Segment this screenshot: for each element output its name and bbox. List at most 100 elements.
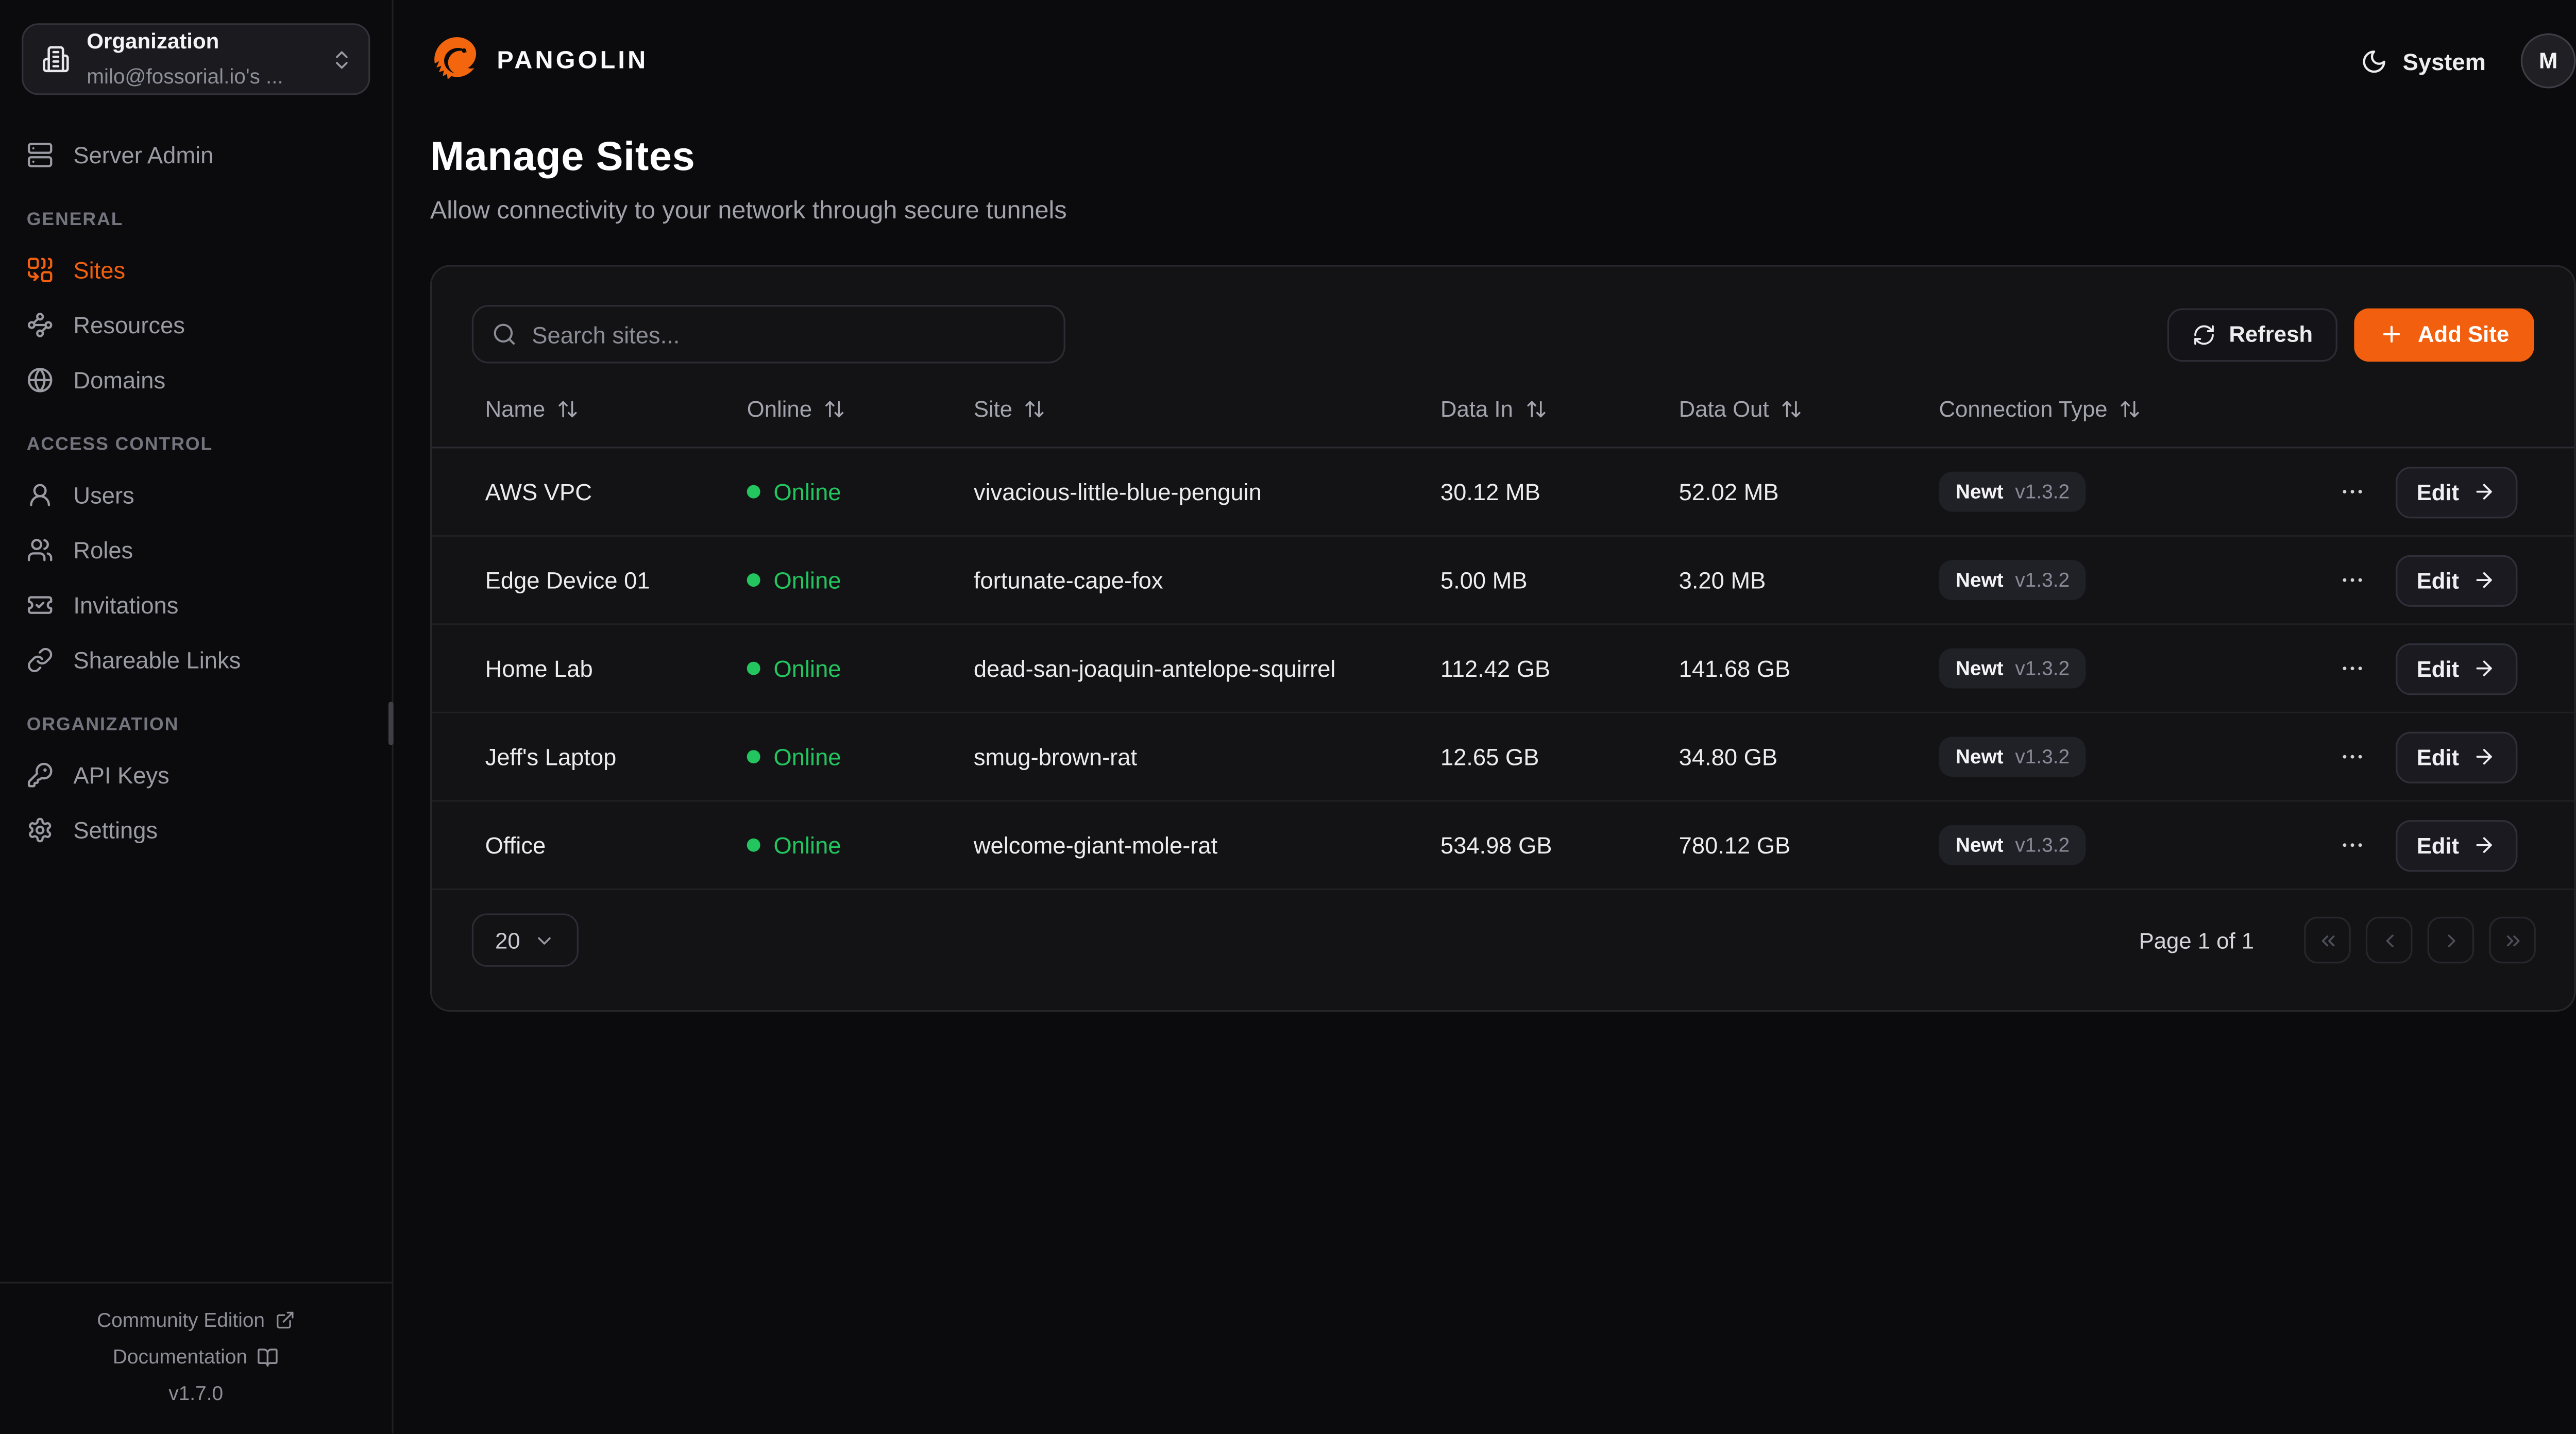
- page-size-value: 20: [495, 928, 520, 953]
- sort-icon: [824, 398, 845, 419]
- column-header-connection-type[interactable]: Connection Type: [1939, 396, 2517, 421]
- ellipsis-icon: [2338, 479, 2365, 505]
- search-input[interactable]: [532, 321, 1045, 348]
- chevron-left-icon: [2378, 929, 2400, 951]
- next-page-button[interactable]: [2428, 917, 2475, 964]
- chevron-down-icon: [534, 929, 555, 951]
- cell-data-out: 141.68 GB: [1679, 655, 1939, 682]
- app-root: Organization milo@fossorial.io's ... Ser…: [0, 0, 2576, 1433]
- cell-connection-type: Newt v1.3.2: [1939, 560, 2335, 600]
- sidebar-item-users[interactable]: Users: [27, 473, 365, 515]
- theme-toggle[interactable]: System: [2361, 47, 2486, 74]
- ellipsis-icon: [2338, 832, 2365, 859]
- sidebar-footer: Community Edition Documentation v1.7.0: [0, 1282, 392, 1433]
- cell-data-out: 34.80 GB: [1679, 743, 1939, 770]
- sidebar-item-invitations[interactable]: Invitations: [27, 584, 365, 625]
- sidebar-item-label: Shareable Links: [73, 646, 241, 673]
- row-menu-button[interactable]: [2335, 475, 2368, 508]
- arrow-right-icon: [2472, 657, 2496, 680]
- ellipsis-icon: [2338, 655, 2365, 682]
- last-page-button[interactable]: [2489, 917, 2536, 964]
- sidebar-item-server-admin[interactable]: Server Admin: [27, 133, 365, 175]
- community-edition-label: Community Edition: [97, 1308, 265, 1331]
- cell-data-in: 5.00 MB: [1440, 567, 1679, 593]
- theme-label: System: [2403, 47, 2486, 74]
- previous-page-button[interactable]: [2366, 917, 2413, 964]
- page-size-select[interactable]: 20: [472, 913, 579, 967]
- pangolin-logo-icon: [430, 35, 482, 87]
- sidebar-item-roles[interactable]: Roles: [27, 528, 365, 570]
- sidebar-item-api-keys[interactable]: API Keys: [27, 754, 365, 795]
- edit-site-button[interactable]: Edit: [2395, 466, 2518, 517]
- community-edition-link[interactable]: Community Edition: [16, 1302, 375, 1338]
- globe-icon: [27, 366, 54, 392]
- pagination-controls: Page 1 of 1: [2139, 917, 2536, 964]
- sidebar-item-resources[interactable]: Resources: [27, 303, 365, 345]
- online-status-dot: [747, 573, 760, 587]
- cell-online: Online: [747, 832, 974, 859]
- cell-actions: Edit: [2335, 466, 2517, 517]
- refresh-label: Refresh: [2229, 322, 2313, 347]
- arrow-right-icon: [2472, 745, 2496, 768]
- sidebar-item-shareable-links[interactable]: Shareable Links: [27, 638, 365, 680]
- column-header-data-in[interactable]: Data In: [1440, 396, 1679, 421]
- server-icon: [27, 141, 54, 167]
- org-selector[interactable]: Organization milo@fossorial.io's ...: [22, 23, 370, 95]
- edit-site-button[interactable]: Edit: [2395, 642, 2518, 694]
- table-row: AWS VPC Online vivacious-little-blue-pen…: [432, 448, 2574, 537]
- cell-name: AWS VPC: [485, 479, 747, 505]
- table-row: Edge Device 01 Online fortunate-cape-fox…: [432, 537, 2574, 625]
- row-menu-button[interactable]: [2335, 740, 2368, 774]
- edit-site-button[interactable]: Edit: [2395, 731, 2518, 782]
- cell-connection-type: Newt v1.3.2: [1939, 472, 2335, 512]
- users-icon: [27, 536, 54, 562]
- cell-data-in: 112.42 GB: [1440, 655, 1679, 682]
- sidebar-item-label: Server Admin: [73, 141, 213, 167]
- cell-actions: Edit: [2335, 731, 2517, 782]
- book-open-icon: [258, 1346, 279, 1368]
- sidebar-section-label: ORGANIZATION: [27, 715, 365, 735]
- building-icon: [42, 45, 70, 73]
- column-header-name[interactable]: Name: [485, 396, 747, 421]
- sidebar-resize-handle[interactable]: [388, 702, 394, 745]
- cell-data-in: 534.98 GB: [1440, 832, 1679, 859]
- cell-data-out: 780.12 GB: [1679, 832, 1939, 859]
- sidebar-item-domains[interactable]: Domains: [27, 358, 365, 400]
- cell-site: welcome-giant-mole-rat: [974, 832, 1440, 859]
- column-header-data-out[interactable]: Data Out: [1679, 396, 1939, 421]
- user-avatar[interactable]: M: [2521, 33, 2576, 89]
- column-header-site[interactable]: Site: [974, 396, 1440, 421]
- first-page-button[interactable]: [2304, 917, 2351, 964]
- edit-site-button[interactable]: Edit: [2395, 819, 2518, 870]
- moon-icon: [2361, 47, 2388, 74]
- key-icon: [27, 761, 54, 788]
- search-box: [472, 305, 1065, 363]
- sort-icon: [1524, 398, 1546, 419]
- sidebar-item-sites[interactable]: Sites: [27, 248, 365, 290]
- table-row: Jeff's Laptop Online smug-brown-rat 12.6…: [432, 713, 2574, 802]
- user-icon: [27, 481, 54, 508]
- brand-name: PANGOLIN: [497, 47, 648, 75]
- search-icon: [492, 322, 517, 347]
- cell-online: Online: [747, 655, 974, 682]
- edit-site-button[interactable]: Edit: [2395, 554, 2518, 606]
- documentation-link[interactable]: Documentation: [16, 1339, 375, 1375]
- page-title: Manage Sites: [430, 135, 2576, 182]
- cell-site: smug-brown-rat: [974, 743, 1440, 770]
- row-menu-button[interactable]: [2335, 564, 2368, 597]
- cell-site: vivacious-little-blue-penguin: [974, 479, 1440, 505]
- row-menu-button[interactable]: [2335, 828, 2368, 862]
- org-selector-text: Organization milo@fossorial.io's ...: [87, 25, 313, 94]
- table-body: AWS VPC Online vivacious-little-blue-pen…: [432, 448, 2574, 890]
- add-site-button[interactable]: Add Site: [2354, 308, 2534, 361]
- row-menu-button[interactable]: [2335, 652, 2368, 685]
- cell-name: Office: [485, 832, 747, 859]
- column-header-online[interactable]: Online: [747, 396, 974, 421]
- sidebar-item-settings[interactable]: Settings: [27, 808, 365, 850]
- online-status-dot: [747, 662, 760, 675]
- chevrons-left-icon: [2316, 929, 2338, 951]
- table-header-row: Name Online Site Data In Data Out: [432, 370, 2574, 448]
- arrow-right-icon: [2472, 833, 2496, 857]
- sort-icon: [1024, 398, 1046, 419]
- refresh-button[interactable]: Refresh: [2167, 308, 2338, 361]
